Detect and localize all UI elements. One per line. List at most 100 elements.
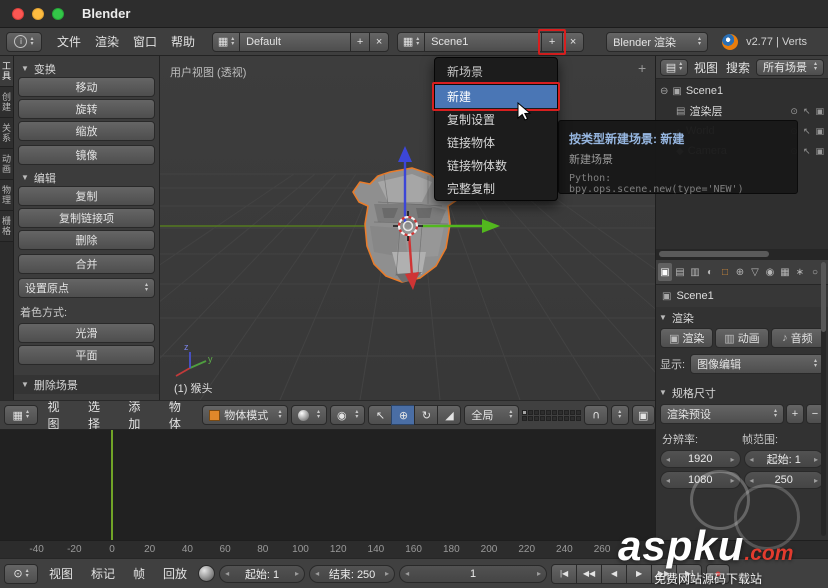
record-button[interactable]: ●: [706, 563, 731, 584]
expand-icon[interactable]: ⊖: [660, 86, 668, 97]
view3d-menu-view[interactable]: 视图: [41, 401, 78, 429]
pivot-point-dropdown[interactable]: ◉ ▴ ▾: [329, 405, 366, 425]
resolution-y-field[interactable]: ◂ 1080 ▸: [660, 471, 741, 489]
stepper-left-icon[interactable]: ◂: [225, 569, 229, 578]
renderable-camera-icon[interactable]: ▣: [815, 146, 824, 157]
render-audio-button[interactable]: ♪ 音频: [770, 328, 824, 348]
stepper-right-icon[interactable]: ▸: [814, 476, 818, 485]
timeline-ruler[interactable]: -40 -20 0 20 40 60 80 100 120 140 160 18…: [0, 540, 828, 558]
menu-item-copy-settings[interactable]: 复制设置: [435, 108, 557, 131]
menu-render[interactable]: 渲染: [88, 33, 126, 50]
shelf-tab-physics[interactable]: 物理: [0, 180, 13, 211]
play-reverse-button[interactable]: ◀: [601, 563, 628, 584]
current-frame-line[interactable]: [111, 430, 113, 540]
tab-particles[interactable]: ∗: [793, 263, 807, 281]
tab-object[interactable]: □: [718, 263, 732, 281]
panel-header-transform[interactable]: ▼ 变换: [18, 60, 155, 77]
view3d-menu-object[interactable]: 物体: [162, 401, 199, 429]
mode-dropdown[interactable]: 物体模式 ▴ ▾: [202, 405, 289, 425]
scrollbar-thumb[interactable]: [659, 251, 769, 257]
tab-constraints[interactable]: ⊕: [733, 263, 747, 281]
stepper-left-icon[interactable]: ◂: [666, 476, 670, 485]
shade-flat-button[interactable]: 平面: [18, 345, 155, 365]
delete-screen-layout-button[interactable]: ×: [369, 31, 390, 52]
timeline-canvas[interactable]: [0, 430, 655, 540]
viewport-3d[interactable]: 用户视图 (透视) (1) 猴头 z y +: [160, 56, 655, 400]
outliner-scrollbar[interactable]: [656, 249, 828, 259]
shelf-tab-tools[interactable]: 工具: [0, 56, 13, 87]
shade-smooth-button[interactable]: 光滑: [18, 323, 155, 343]
stepper-right-icon[interactable]: ▸: [730, 476, 734, 485]
transform-orientation-dropdown[interactable]: 全局 ▴ ▾: [464, 405, 520, 425]
current-frame-field[interactable]: ◂ 1 ▸: [399, 564, 548, 583]
editor-type-outliner-button[interactable]: ▤ ▴ ▾: [660, 58, 688, 76]
scrollbar-thumb[interactable]: [821, 262, 826, 332]
manipulator-pointer-button[interactable]: ↖: [368, 405, 393, 425]
properties-scrollbar[interactable]: [821, 262, 826, 536]
render-opengl-button[interactable]: ▣: [631, 405, 655, 425]
timeline-menu-playback[interactable]: 回放: [156, 565, 194, 582]
previous-keyframe-button[interactable]: ◀◀: [576, 563, 603, 584]
stepper-left-icon[interactable]: ◂: [315, 569, 319, 578]
tab-texture[interactable]: ▦: [778, 263, 792, 281]
stepper-right-icon[interactable]: ▸: [537, 569, 541, 578]
snap-element-dropdown[interactable]: ▴ ▾: [610, 405, 629, 425]
menu-item-link-objects[interactable]: 链接物体: [435, 131, 557, 154]
selectable-cursor-icon[interactable]: ↖: [803, 126, 811, 137]
jump-to-end-button[interactable]: ▶|: [676, 563, 703, 584]
snap-magnet-button[interactable]: ∪: [584, 405, 608, 425]
close-window-button[interactable]: [12, 8, 24, 20]
scene-browse-button[interactable]: ▦ ▴ ▾: [397, 31, 426, 52]
outliner-row-scene[interactable]: ⊖ ▣ Scene1: [656, 81, 828, 101]
selectable-cursor-icon[interactable]: ↖: [803, 146, 811, 157]
menu-window[interactable]: 窗口: [126, 33, 164, 50]
visibility-eye-icon[interactable]: ⊙: [790, 106, 798, 117]
zoom-window-button[interactable]: [52, 8, 64, 20]
editor-type-info-button[interactable]: i ▴ ▾: [6, 31, 42, 52]
shelf-tab-relations[interactable]: 关系: [0, 118, 13, 149]
stepper-right-icon[interactable]: ▸: [385, 569, 389, 578]
frame-start-field[interactable]: ◂ 起始: 1 ▸: [219, 564, 306, 583]
frame-start-field[interactable]: ◂ 起始: 1 ▸: [743, 450, 824, 468]
play-button[interactable]: ▶: [626, 563, 653, 584]
menu-help[interactable]: 帮助: [164, 33, 202, 50]
render-animation-button[interactable]: ▥ 动画: [715, 328, 769, 348]
tab-physics[interactable]: ○: [808, 263, 822, 281]
editor-type-timeline-button[interactable]: ⊙ ▴ ▾: [4, 563, 38, 584]
panel-header-render[interactable]: ▼ 渲染: [656, 309, 828, 326]
tab-material[interactable]: ◉: [763, 263, 777, 281]
menu-item-link-object-data[interactable]: 链接物体数: [435, 154, 557, 177]
view3d-menu-add[interactable]: 添加: [121, 401, 158, 429]
menu-item-new[interactable]: 新建: [432, 82, 560, 111]
menu-file[interactable]: 文件: [50, 33, 88, 50]
stepper-left-icon[interactable]: ◂: [750, 476, 754, 485]
timeline-menu-marker[interactable]: 标记: [84, 565, 122, 582]
timeline-menu-view[interactable]: 视图: [42, 565, 80, 582]
screen-layout-browse-button[interactable]: ▦ ▴ ▾: [212, 31, 241, 52]
manipulator-rotate-button[interactable]: ↻: [414, 405, 439, 425]
tab-scene[interactable]: ▥: [688, 263, 702, 281]
layers-widget[interactable]: [522, 409, 582, 421]
add-preset-button[interactable]: +: [786, 404, 804, 424]
viewport-shading-dropdown[interactable]: ▴ ▾: [291, 405, 327, 425]
tab-render-layers[interactable]: ▤: [673, 263, 687, 281]
panel-header-dimensions[interactable]: ▼ 规格尺寸: [656, 384, 828, 401]
translate-button[interactable]: 移动: [18, 77, 155, 97]
stepper-right-icon[interactable]: ▸: [814, 455, 818, 464]
screen-layout-name-field[interactable]: Default: [239, 31, 352, 52]
outliner-menu-view[interactable]: 视图: [692, 59, 720, 76]
renderable-camera-icon[interactable]: ▣: [815, 106, 824, 117]
view3d-menu-select[interactable]: 选择: [81, 401, 118, 429]
outliner-filter-dropdown[interactable]: 所有场景 ▴ ▾: [756, 58, 824, 76]
rotate-button[interactable]: 旋转: [18, 99, 155, 119]
shelf-tab-create[interactable]: 创建: [0, 87, 13, 118]
manipulator-translate-button[interactable]: ⊕: [391, 405, 416, 425]
render-engine-dropdown[interactable]: Blender 渲染 ▴ ▾: [606, 31, 709, 52]
add-screen-layout-button[interactable]: +: [350, 31, 371, 52]
duplicate-linked-button[interactable]: 复制链接项: [18, 208, 155, 228]
stepper-left-icon[interactable]: ◂: [750, 455, 754, 464]
editor-type-view3d-button[interactable]: ▦ ▴ ▾: [4, 405, 38, 425]
selectable-cursor-icon[interactable]: ↖: [803, 106, 811, 117]
display-mode-dropdown[interactable]: 图像编辑 ▴ ▾: [690, 354, 824, 374]
stepper-left-icon[interactable]: ◂: [405, 569, 409, 578]
